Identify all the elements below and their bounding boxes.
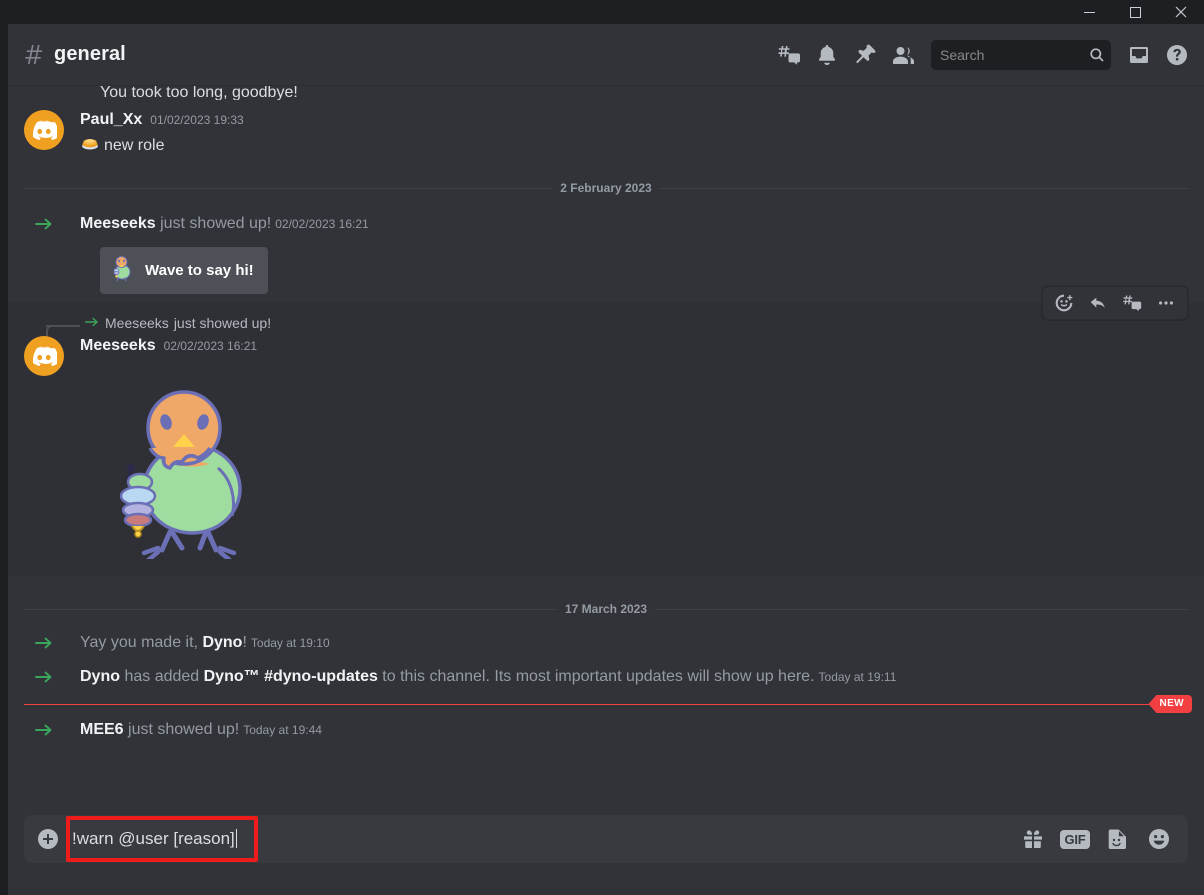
window-maximize-button[interactable] bbox=[1112, 0, 1158, 24]
sys-bold[interactable]: MEE6 bbox=[80, 721, 124, 738]
message-input-value: !warn @user [reason] bbox=[72, 829, 235, 848]
composer-area: !warn @user [reason] GIF bbox=[8, 809, 1204, 895]
reply-spine-icon bbox=[24, 317, 80, 339]
bird-mascot-icon bbox=[109, 254, 135, 287]
date-divider: 17 March 2023 bbox=[24, 602, 1188, 616]
sys-post: to this channel. Its most important upda… bbox=[377, 668, 815, 685]
message-group-paul: Paul_Xx 01/02/2023 19:33 new role bbox=[8, 100, 1204, 163]
search-input[interactable]: Search bbox=[931, 39, 1111, 70]
hash-icon bbox=[22, 43, 46, 67]
system-message-text: Meeseeks just showed up! 02/02/2023 16:21 bbox=[80, 213, 369, 235]
message-timestamp: 02/02/2023 16:21 bbox=[163, 339, 258, 353]
text-caret bbox=[235, 829, 237, 848]
composer-icon-group: GIF bbox=[1012, 815, 1188, 863]
window-close-button[interactable] bbox=[1158, 0, 1204, 24]
plus-circle-icon[interactable] bbox=[24, 815, 72, 863]
join-author[interactable]: Meeseeks bbox=[80, 215, 156, 232]
role-stack-emoji bbox=[80, 132, 100, 159]
inbox-icon[interactable] bbox=[1120, 35, 1158, 75]
unread-divider: NEW bbox=[24, 695, 1192, 713]
sys-post: just showed up! bbox=[123, 721, 240, 738]
members-icon[interactable] bbox=[884, 35, 922, 75]
date-divider-label: 17 March 2023 bbox=[556, 602, 656, 616]
gif-label: GIF bbox=[1060, 829, 1090, 849]
clipped-message-text: You took too long, goodbye! bbox=[100, 86, 298, 100]
help-icon[interactable] bbox=[1158, 35, 1196, 75]
reply-icon[interactable] bbox=[1081, 288, 1115, 318]
sys-post: ! bbox=[242, 634, 247, 651]
system-message: Dyno has added Dyno™ #dyno-updates to th… bbox=[8, 660, 1204, 694]
join-timestamp: 02/02/2023 16:21 bbox=[275, 217, 369, 231]
message-author[interactable]: Paul_Xx bbox=[80, 110, 142, 130]
message-timestamp: 01/02/2023 19:33 bbox=[150, 113, 244, 127]
pin-icon[interactable] bbox=[846, 35, 884, 75]
join-arrow-icon bbox=[24, 666, 64, 686]
join-text: just showed up! bbox=[155, 215, 272, 232]
message-composer[interactable]: !warn @user [reason] GIF bbox=[24, 815, 1188, 863]
message-group-join: Meeseeks just showed up! 02/02/2023 16:21 bbox=[8, 205, 1204, 302]
sys-bold[interactable]: Dyno bbox=[202, 634, 242, 651]
status-badge: NEW bbox=[1148, 695, 1192, 713]
avatar[interactable] bbox=[24, 110, 64, 150]
system-message: MEE6 just showed up! Today at 19:44 bbox=[8, 709, 1204, 747]
reply-reference[interactable]: Meeseeks just showed up! bbox=[8, 312, 1156, 339]
message-text: new role bbox=[104, 136, 165, 154]
system-message-text: Dyno has added Dyno™ #dyno-updates to th… bbox=[80, 666, 896, 688]
sys-timestamp: Today at 19:44 bbox=[243, 723, 322, 737]
wave-button-label: Wave to say hi! bbox=[145, 262, 254, 279]
system-message: Yay you made it, Dyno! Today at 19:10 bbox=[8, 626, 1204, 660]
gif-icon[interactable]: GIF bbox=[1054, 815, 1096, 863]
window-minimize-button[interactable] bbox=[1066, 0, 1112, 24]
join-arrow-icon bbox=[24, 719, 64, 739]
join-arrow-icon bbox=[24, 213, 64, 233]
page-title: general bbox=[54, 43, 126, 65]
message-attachment[interactable] bbox=[8, 378, 1156, 574]
date-divider: 2 February 2023 bbox=[24, 181, 1188, 195]
message-group-meeseeks-reply: Meeseeks just showed up! Meeseeks 02/02/… bbox=[8, 286, 1204, 576]
system-message: Meeseeks just showed up! 02/02/2023 16:21 bbox=[8, 207, 1156, 241]
message-scroller[interactable]: You took too long, goodbye! Paul_Xx 01/0… bbox=[8, 86, 1204, 809]
message-input[interactable]: !warn @user [reason] bbox=[72, 829, 237, 849]
wave-to-say-hi-button[interactable]: Wave to say hi! bbox=[100, 247, 268, 294]
message-author[interactable]: Meeseeks bbox=[80, 336, 156, 356]
discord-window: general Search You took too long, goodby… bbox=[0, 0, 1204, 895]
sticker-icon[interactable] bbox=[1096, 815, 1138, 863]
reply-author: Meeseeks bbox=[105, 315, 169, 331]
window-titlebar bbox=[0, 0, 1204, 24]
search-icon bbox=[1089, 47, 1105, 63]
reply-arrow-icon bbox=[84, 315, 100, 332]
gift-icon[interactable] bbox=[1012, 815, 1054, 863]
date-divider-label: 2 February 2023 bbox=[552, 181, 660, 195]
reply-body: just showed up! bbox=[173, 315, 272, 331]
message-item: Paul_Xx 01/02/2023 19:33 new role bbox=[8, 102, 1156, 161]
more-options-icon[interactable] bbox=[1149, 288, 1183, 318]
sys-timestamp: Today at 19:10 bbox=[250, 636, 330, 650]
join-arrow-icon bbox=[24, 632, 64, 652]
threads-icon[interactable] bbox=[770, 35, 808, 75]
add-reaction-icon[interactable] bbox=[1047, 288, 1081, 318]
create-thread-icon[interactable] bbox=[1115, 288, 1149, 318]
sys-mid: has added bbox=[120, 668, 204, 685]
avatar[interactable] bbox=[24, 336, 64, 376]
sys-pre: Yay you made it, bbox=[80, 634, 203, 651]
sidebar-edge-strip bbox=[0, 24, 8, 895]
header-icon-group bbox=[770, 35, 922, 75]
system-message-text: MEE6 just showed up! Today at 19:44 bbox=[80, 719, 322, 741]
message-input-wrapper[interactable]: !warn @user [reason] bbox=[66, 815, 1012, 863]
message-hover-toolbar bbox=[1042, 286, 1188, 320]
bell-icon[interactable] bbox=[808, 35, 846, 75]
bird-mascot-image bbox=[119, 390, 242, 565]
sys-bold[interactable]: Dyno bbox=[80, 668, 120, 685]
reply-reference-text: Meeseeks just showed up! bbox=[84, 315, 271, 332]
sys-timestamp: Today at 19:11 bbox=[818, 670, 897, 684]
message-item: Meeseeks 02/02/2023 16:21 bbox=[8, 336, 1156, 378]
message-content: new role bbox=[80, 132, 1156, 159]
emoji-icon[interactable] bbox=[1138, 815, 1180, 863]
sys-bold-2[interactable]: Dyno™ #dyno-updates bbox=[204, 668, 378, 685]
system-message-text: Yay you made it, Dyno! Today at 19:10 bbox=[80, 632, 330, 654]
search-placeholder: Search bbox=[940, 46, 985, 63]
channel-header: general Search bbox=[8, 24, 1204, 86]
